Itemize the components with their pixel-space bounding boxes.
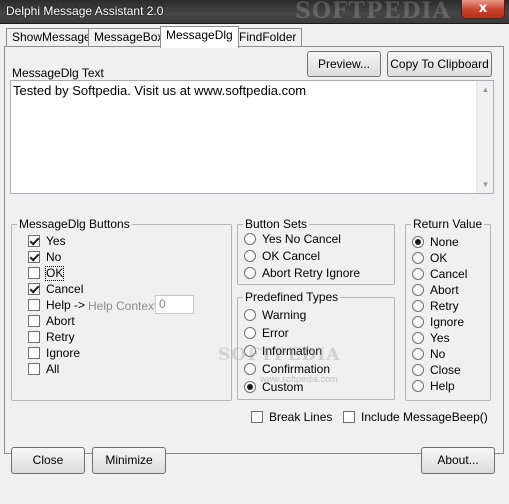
checkbox-cancel-label: Cancel [46,282,84,296]
checkbox-no-box[interactable] [28,251,40,263]
center-watermark: SOFTPEDIA [218,345,341,365]
checkbox-cancel-box[interactable] [28,283,40,295]
close-button[interactable]: Close [11,447,85,474]
checkbox-include-beep-label: Include MessageBeep() [361,410,488,424]
button-sets-legend: Button Sets [243,217,310,231]
checkbox-ignore-box[interactable] [28,347,40,359]
radio-return-close-label: Close [430,363,461,377]
radio-ok-cancel-dot[interactable] [244,250,256,262]
return-value-legend: Return Value [411,217,485,231]
radio-return-ignore-label: Ignore [430,315,465,329]
checkbox-no-label: No [46,250,62,264]
radio-return-help-dot[interactable] [412,380,424,392]
radio-return-yes-dot[interactable] [412,332,424,344]
center-watermark-url: www.softpedia.com [260,374,338,384]
checkbox-retry-box[interactable] [28,331,40,343]
help-context-input[interactable]: 0 [155,295,194,314]
checkbox-abort-label: Abort [46,314,75,328]
minimize-button[interactable]: Minimize [92,447,166,474]
copy-to-clipboard-button[interactable]: Copy To Clipboard [387,51,492,77]
checkbox-ok-label: OK [44,266,65,281]
checkbox-help-label: Help -> [46,298,86,312]
radio-return-retry-dot[interactable] [412,300,424,312]
radio-yes-no-cancel-dot[interactable] [244,233,256,245]
radio-abort-retry-ignore-dot[interactable] [244,267,256,279]
radio-return-no-dot[interactable] [412,348,424,360]
close-icon: x [478,1,488,16]
radio-abort-retry-ignore-label: Abort Retry Ignore [262,266,361,280]
checkbox-ok-box[interactable] [28,267,40,279]
about-button[interactable]: About... [421,447,495,474]
checkbox-help-box[interactable] [28,299,40,311]
radio-return-help-label: Help [430,379,455,393]
radio-warning-dot[interactable] [244,309,256,321]
messagedlg-text-input[interactable]: Tested by Softpedia. Visit us at www.sof… [10,80,494,194]
window-title: Delphi Message Assistant 2.0 [6,4,164,18]
checkbox-include-beep-box[interactable] [343,411,355,423]
scroll-down-icon[interactable]: ▼ [477,176,494,193]
title-watermark: SOFTPEDIA [295,0,451,24]
radio-return-none-dot[interactable] [412,236,424,248]
preview-button[interactable]: Preview... [307,51,381,77]
text-scrollbar[interactable]: ▲ ▼ [476,81,493,193]
checkbox-ignore-label: Ignore [46,346,81,360]
checkbox-all-box[interactable] [28,363,40,375]
radio-ok-cancel-label: OK Cancel [262,249,321,263]
tab-messagedlg[interactable]: MessageDlg [160,26,239,48]
checkbox-yes-label: Yes [46,234,66,248]
checkbox-break-lines-box[interactable] [251,411,263,423]
checkbox-yes-box[interactable] [28,235,40,247]
checkbox-retry-label: Retry [46,330,75,344]
radio-return-no-label: No [430,347,446,361]
window-close-button[interactable]: x [461,0,505,19]
tab-messagebox[interactable]: MessageBox [88,28,170,47]
tab-findfolder[interactable]: FindFolder [233,28,303,47]
radio-custom-dot[interactable] [244,381,256,393]
messagedlg-text-value: Tested by Softpedia. Visit us at www.sof… [13,83,307,98]
radio-return-retry-label: Retry [430,299,459,313]
scroll-up-icon[interactable]: ▲ [477,81,494,98]
radio-return-abort-label: Abort [430,283,459,297]
radio-return-none-label: None [430,235,459,249]
tab-showmessage[interactable]: ShowMessage [6,28,97,47]
radio-return-close-dot[interactable] [412,364,424,376]
radio-return-abort-dot[interactable] [412,284,424,296]
radio-return-ok-label: OK [430,251,448,265]
radio-yes-no-cancel-label: Yes No Cancel [262,232,341,246]
checkbox-break-lines-label: Break Lines [269,410,333,424]
radio-return-cancel-dot[interactable] [412,268,424,280]
radio-return-yes-label: Yes [430,331,450,345]
checkbox-all-label: All [46,362,60,376]
radio-return-ok-dot[interactable] [412,252,424,264]
radio-return-ignore-dot[interactable] [412,316,424,328]
help-context-label: Help Context [88,299,158,313]
radio-return-cancel-label: Cancel [430,267,468,281]
radio-warning-label: Warning [262,308,307,322]
title-bar: Delphi Message Assistant 2.0 SOFTPEDIA x [0,0,509,24]
radio-error-dot[interactable] [244,327,256,339]
predefined-types-legend: Predefined Types [243,290,341,304]
radio-error-label: Error [262,326,289,340]
checkbox-abort-box[interactable] [28,315,40,327]
messagedlg-buttons-legend: MessageDlg Buttons [17,217,132,231]
messagedlg-text-label: MessageDlg Text [12,66,104,80]
